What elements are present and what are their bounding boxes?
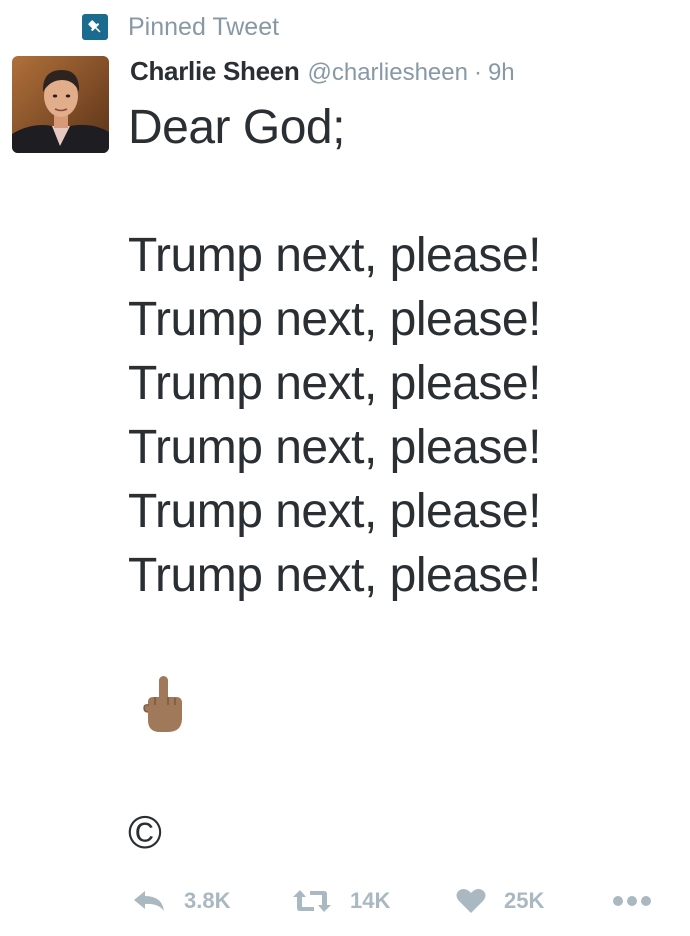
avatar[interactable] (12, 56, 109, 153)
heart-icon (456, 888, 486, 913)
reply-button[interactable]: 3.8K (132, 888, 292, 914)
tweet-line: Trump next, please! (128, 293, 541, 346)
copyright-symbol: © (128, 806, 162, 858)
pinned-tweet-indicator: Pinned Tweet (82, 12, 279, 42)
tweet-header: Charlie Sheen @charliesheen · 9h (130, 56, 515, 88)
like-button[interactable]: 25K (456, 888, 612, 914)
tweet-line: Trump next, please! (128, 357, 541, 410)
tweet-actions: 3.8K 14K 25K (132, 880, 662, 922)
retweet-button[interactable]: 14K (292, 888, 456, 914)
pin-icon (82, 14, 108, 40)
author-handle[interactable]: @charliesheen (308, 59, 468, 87)
middle-finger-emoji-icon (128, 672, 678, 736)
tweet-text: Dear God; Trump next, please! Trump next… (128, 96, 678, 864)
tweet-line: Dear God; (128, 101, 345, 154)
tweet-line: Trump next, please! (128, 421, 541, 474)
more-dots-icon (613, 896, 651, 906)
reply-icon (134, 891, 164, 911)
reply-count: 3.8K (184, 888, 231, 913)
tweet-line: Trump next, please! (128, 229, 541, 282)
pinned-label: Pinned Tweet (128, 13, 280, 41)
retweet-count: 14K (350, 888, 391, 913)
retweet-icon (293, 890, 331, 912)
author-name[interactable]: Charlie Sheen (130, 56, 300, 87)
like-count: 25K (504, 888, 545, 913)
header-separator: · (473, 59, 482, 86)
more-options-button[interactable] (612, 895, 652, 907)
tweet-line: Trump next, please! (128, 485, 541, 538)
tweet-line: Trump next, please! (128, 549, 541, 602)
tweet-timestamp[interactable]: 9h (488, 59, 515, 87)
